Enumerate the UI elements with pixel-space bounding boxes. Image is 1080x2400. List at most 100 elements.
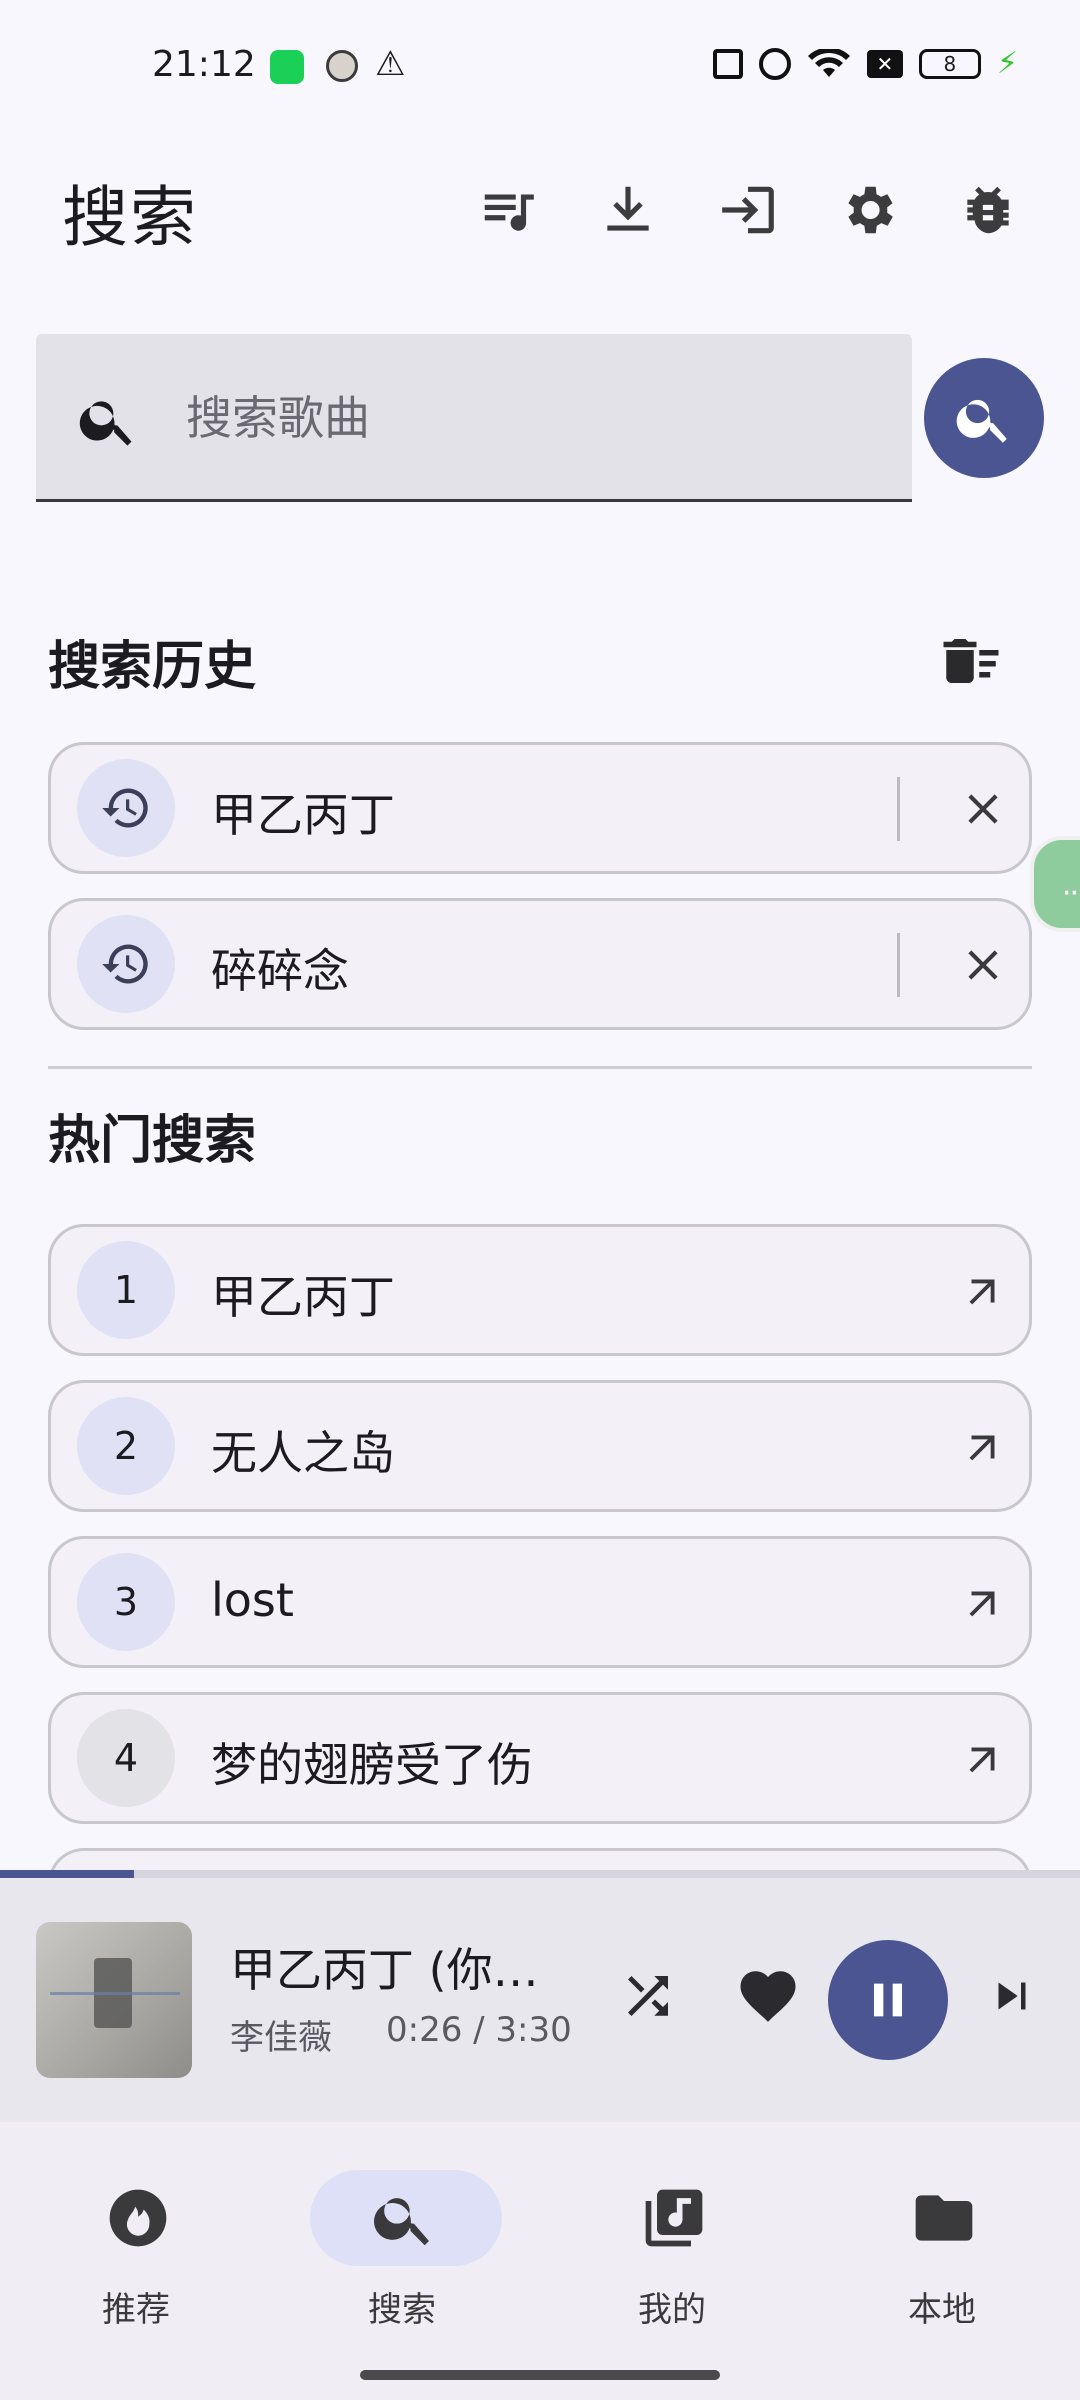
settings-icon (848, 186, 893, 234)
history-item[interactable]: 甲乙丙丁 (48, 742, 1032, 874)
search-icon (79, 401, 132, 446)
delete-sweep-icon (943, 639, 999, 683)
download-icon (607, 186, 649, 231)
nav-item-recommend[interactable]: 推荐 (36, 2148, 236, 2330)
search-field[interactable] (36, 334, 912, 502)
debug-button[interactable] (942, 164, 1034, 256)
sim-off-icon: ✕ (866, 49, 903, 78)
status-icons: ✕ 8 ⚡ (712, 46, 1018, 81)
track-title: 甲乙丙丁 (你我有时… (230, 1943, 580, 1997)
playlist-button[interactable] (462, 164, 554, 256)
nav-label: 搜索 (368, 2290, 436, 2330)
rank-badge: 4 (77, 1709, 175, 1807)
history-title: 搜索历史 (48, 637, 257, 697)
divider (897, 933, 900, 997)
fill-search-button[interactable] (943, 1251, 1023, 1331)
hot-item[interactable]: 3 lost (48, 1536, 1032, 1668)
fill-search-button[interactable] (943, 1563, 1023, 1643)
mini-player[interactable]: 甲乙丙丁 (你我有时… 李佳薇 0:26 / 3:30 (0, 1870, 1080, 2122)
wifi-icon (807, 48, 850, 77)
nav-label: 我的 (638, 2290, 706, 2330)
album-art[interactable] (36, 1922, 192, 2078)
status-bar: 21:12 ⚠ ✕ 8 ⚡ (0, 0, 1080, 120)
library-music-icon (645, 2189, 703, 2247)
remove-history-button[interactable] (943, 769, 1023, 849)
download-button[interactable] (582, 164, 674, 256)
track-artist: 李佳薇 (230, 2018, 332, 2058)
pause-icon (874, 1983, 902, 2017)
skip-next-icon (998, 1982, 1026, 2010)
page-title: 搜索 (62, 179, 198, 256)
hot-item-text: lost (211, 1573, 294, 1627)
remove-history-button[interactable] (943, 925, 1023, 1005)
battery-icon: 8 (918, 48, 981, 79)
arrow-outward-icon (969, 1279, 995, 1305)
bottom-navigation: 推荐 搜索 我的 本地 (0, 2122, 1080, 2400)
hot-item[interactable]: 4 梦的翅膀受了伤 (48, 1692, 1032, 1824)
login-icon (722, 186, 774, 234)
history-badge (77, 915, 175, 1013)
settings-button[interactable] (822, 164, 914, 256)
nav-item-search[interactable]: 搜索 (302, 2148, 502, 2330)
history-icon (102, 788, 148, 828)
next-button[interactable] (972, 1956, 1052, 2036)
section-divider (48, 1066, 1032, 1069)
charging-icon: ⚡ (996, 46, 1018, 81)
search-submit-button[interactable] (924, 358, 1044, 478)
favorite-button[interactable] (728, 1956, 808, 2036)
search-icon (374, 2198, 429, 2246)
nav-item-mine[interactable]: 我的 (572, 2148, 772, 2330)
arrow-outward-icon (969, 1591, 995, 1617)
top-actions (462, 164, 1034, 256)
history-item[interactable]: 碎碎念 (48, 898, 1032, 1030)
top-app-bar: 搜索 (0, 150, 1080, 260)
playback-progress (0, 1870, 1080, 1878)
fill-search-button[interactable] (943, 1407, 1023, 1487)
album-art-scribble (50, 1992, 180, 1995)
fill-search-button[interactable] (943, 1719, 1023, 1799)
divider (897, 777, 900, 841)
search-icon (956, 399, 1007, 443)
track-time: 0:26 / 3:30 (386, 2010, 572, 2050)
avatar-icon (326, 50, 358, 82)
warning-icon: ⚠ (375, 44, 406, 84)
history-item-text: 甲乙丙丁 (211, 788, 395, 842)
history-badge (77, 759, 175, 857)
home-indicator[interactable] (360, 2370, 720, 2380)
rank-badge: 1 (77, 1241, 175, 1339)
clear-history-button[interactable] (930, 620, 1012, 702)
hot-item-text: 甲乙丙丁 (211, 1270, 395, 1324)
pause-button[interactable] (828, 1940, 948, 2060)
status-time: 21:12 (152, 44, 256, 85)
alarm-icon (758, 47, 791, 80)
hot-item-text: 无人之岛 (211, 1426, 395, 1480)
search-input[interactable] (186, 374, 866, 462)
floating-assistant-handle[interactable]: ·· (1030, 836, 1080, 932)
history-icon (102, 944, 148, 984)
login-button[interactable] (702, 164, 794, 256)
more-icon: ·· (1062, 876, 1079, 911)
hot-item[interactable]: 1 甲乙丙丁 (48, 1224, 1032, 1356)
history-item-text: 碎碎念 (211, 944, 349, 998)
arrow-outward-icon (969, 1435, 995, 1461)
rank-badge: 2 (77, 1397, 175, 1495)
rank-badge: 3 (77, 1553, 175, 1651)
nav-item-local[interactable]: 本地 (842, 2148, 1042, 2330)
playlist-icon (484, 194, 534, 231)
flame-icon (109, 2189, 167, 2247)
shuffle-icon (628, 1976, 668, 2016)
nav-label: 推荐 (102, 2290, 170, 2330)
close-icon (968, 950, 998, 980)
close-icon (968, 794, 998, 824)
app-notification-icon (270, 50, 304, 84)
arrow-outward-icon (969, 1747, 995, 1773)
folder-icon (915, 2195, 973, 2241)
nav-label: 本地 (908, 2290, 976, 2330)
shuffle-button[interactable] (608, 1956, 688, 2036)
playback-progress-fill (0, 1870, 134, 1878)
debug-icon (967, 186, 1009, 234)
hot-item[interactable]: 2 无人之岛 (48, 1380, 1032, 1512)
nfc-icon (712, 48, 743, 79)
hot-item-text: 梦的翅膀受了伤 (211, 1738, 533, 1792)
hot-title: 热门搜索 (48, 1111, 257, 1171)
